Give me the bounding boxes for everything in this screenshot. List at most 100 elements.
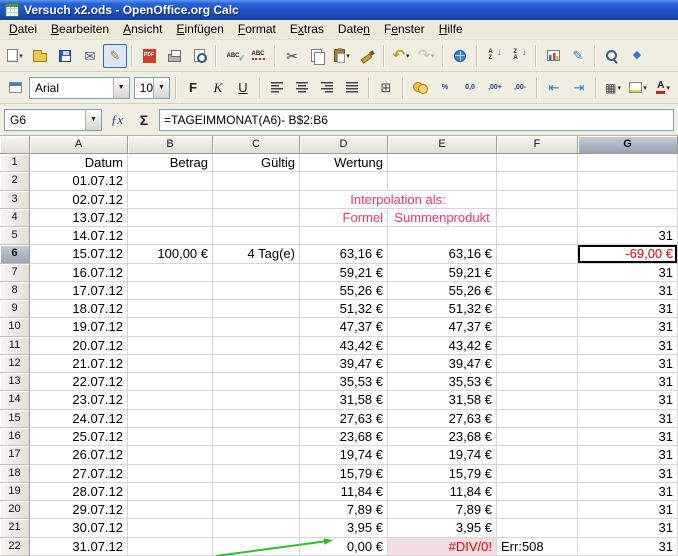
sort-descending-button[interactable]: Z A [507,44,531,68]
cell-A17[interactable]: 26.07.12 [30,446,128,464]
cell-C11[interactable] [213,337,300,355]
cell-C5[interactable] [213,227,300,245]
styles-formatting-button[interactable] [3,76,27,100]
cell-C1[interactable]: Gültig [213,154,300,172]
cell-D21[interactable]: 3,95 € [300,519,388,537]
cell-D22[interactable]: 0,00 € [300,538,388,556]
cell-C10[interactable] [213,318,300,336]
cell-F8[interactable] [497,282,578,300]
formula-input[interactable]: =TAGEIMMONAT(A6)- B$2:B6 [159,109,674,131]
paste-button[interactable]: ▾ [330,44,354,68]
row-header-1[interactable]: 1 [0,154,30,172]
cell-C6[interactable]: 4 Tag(e) [213,245,300,263]
delete-decimal-button[interactable]: ,00- [508,76,532,100]
row-header-21[interactable]: 21 [0,519,30,537]
cell-B9[interactable] [128,300,213,318]
cell-F11[interactable] [497,337,578,355]
cell-B16[interactable] [128,428,213,446]
cell-F12[interactable] [497,355,578,373]
cell-E7[interactable]: 59,21 € [388,264,497,282]
align-center-button[interactable] [290,76,314,100]
add-decimal-button[interactable]: ,00+ [483,76,507,100]
cell-B12[interactable] [128,355,213,373]
cell-G18[interactable]: 31 [578,465,678,483]
cell-D19[interactable]: 11,84 € [300,483,388,501]
cell-B14[interactable] [128,391,213,409]
cell-E17[interactable]: 19,74 € [388,446,497,464]
cell-A12[interactable]: 21.07.12 [30,355,128,373]
merge-cells-button[interactable]: ⊞ [374,76,398,100]
cell-D16[interactable]: 23,68 € [300,428,388,446]
cell-E9[interactable]: 51,32 € [388,300,497,318]
cell-E5[interactable] [388,227,497,245]
cell-B22[interactable] [128,538,213,556]
auto-spellcheck-button[interactable]: ABC [246,44,270,68]
cell-F3[interactable] [497,191,578,209]
new-document-button[interactable]: ▾ [3,44,27,68]
row-header-22[interactable]: 22 [0,538,30,556]
format-paintbrush-button[interactable] [355,44,379,68]
cell-E6[interactable]: 63,16 € [388,245,497,263]
cell-F10[interactable] [497,318,578,336]
cell-F7[interactable] [497,264,578,282]
cell-reference-box[interactable]: G6 ▼ [4,109,102,131]
cell-F2[interactable] [497,172,578,190]
cell-F20[interactable] [497,501,578,519]
copy-button[interactable] [305,44,329,68]
underline-button[interactable]: U [231,76,255,100]
column-header-F[interactable]: F [497,136,578,154]
font-color-dropdown-arrow[interactable]: ▾ [666,84,670,92]
cell-E8[interactable]: 55,26 € [388,282,497,300]
cell-B8[interactable] [128,282,213,300]
cell-E11[interactable]: 43,42 € [388,337,497,355]
cell-D8[interactable]: 55,26 € [300,282,388,300]
menu-item-ansicht[interactable]: Ansicht [116,20,169,39]
background-color-button[interactable]: ▾ [626,76,650,100]
cell-F22[interactable]: Err:508 [497,538,578,556]
cell-D4[interactable]: Formel [300,209,388,227]
cell-C15[interactable] [213,410,300,428]
cell-A14[interactable]: 23.07.12 [30,391,128,409]
cell-reference-dropdown-arrow[interactable]: ▼ [85,110,101,130]
cell-D18[interactable]: 15,79 € [300,465,388,483]
cell-F6[interactable] [497,245,578,263]
row-header-4[interactable]: 4 [0,209,30,227]
cell-D1[interactable]: Wertung [300,154,388,172]
spellcheck-button[interactable]: ABC [221,44,245,68]
cell-B2[interactable] [128,172,213,190]
cell-E20[interactable]: 7,89 € [388,501,497,519]
menu-item-fenster[interactable]: Fenster [377,20,432,39]
row-header-2[interactable]: 2 [0,172,30,190]
email-document-button[interactable]: ✉ [78,44,102,68]
cell-G4[interactable] [578,209,678,227]
cell-B11[interactable] [128,337,213,355]
column-header-B[interactable]: B [128,136,213,154]
cell-A22[interactable]: 31.07.12 [30,538,128,556]
row-header-18[interactable]: 18 [0,465,30,483]
cell-E15[interactable]: 27,63 € [388,410,497,428]
cell-G7[interactable]: 31 [578,264,678,282]
cell-G14[interactable]: 31 [578,391,678,409]
page-preview-button[interactable] [187,44,211,68]
cell-A9[interactable]: 18.07.12 [30,300,128,318]
menu-item-extras[interactable]: Extras [283,20,331,39]
cell-F1[interactable] [497,154,578,172]
cell-C16[interactable] [213,428,300,446]
cell-D3[interactable]: Interpolation als: [300,191,497,209]
cell-C9[interactable] [213,300,300,318]
paste-dropdown-arrow[interactable]: ▾ [346,52,350,60]
cell-B5[interactable] [128,227,213,245]
cell-F21[interactable] [497,519,578,537]
cell-C14[interactable] [213,391,300,409]
cell-C12[interactable] [213,355,300,373]
row-header-8[interactable]: 8 [0,282,30,300]
cell-D5[interactable] [300,227,388,245]
cell-E22[interactable]: #DIV/0! [388,538,497,556]
cell-B4[interactable] [128,209,213,227]
cell-D20[interactable]: 7,89 € [300,501,388,519]
cell-A8[interactable]: 17.07.12 [30,282,128,300]
cell-D13[interactable]: 35,53 € [300,373,388,391]
cell-G21[interactable]: 31 [578,519,678,537]
borders-button[interactable]: ▦▾ [601,76,625,100]
save-button[interactable] [53,44,77,68]
